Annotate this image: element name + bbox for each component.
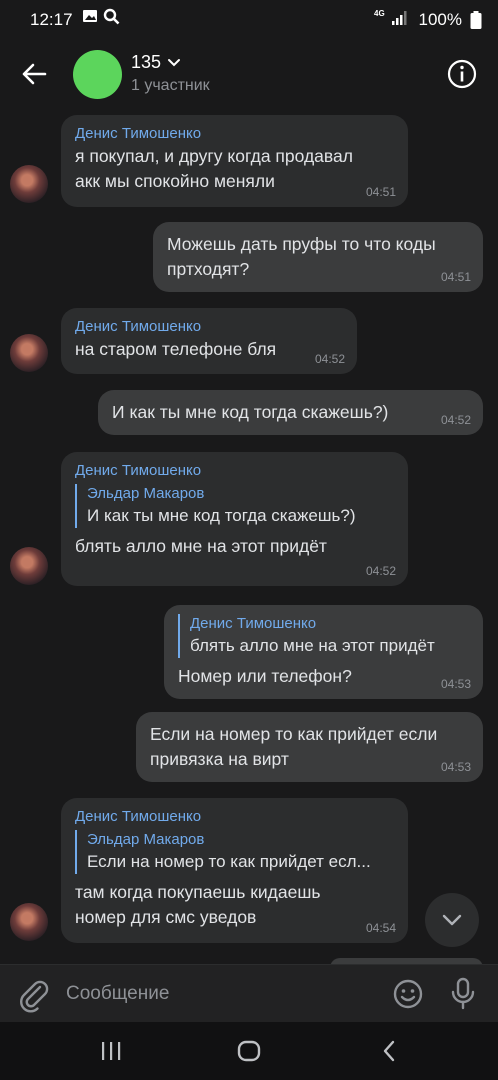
chat-screen: 12:17 4G 100% 135 1 участник Денис Тимош… [0, 0, 498, 1080]
message-sender: Денис Тимошенко [75, 808, 202, 825]
chat-title: 135 [131, 52, 162, 72]
message-text: Номер или телефон? [178, 666, 352, 686]
message-text: Если на номер то как прийдет если [150, 724, 438, 744]
message-input[interactable] [66, 975, 366, 1013]
back-chevron-icon [383, 1040, 395, 1062]
message-time: 04:52 [440, 413, 471, 427]
battery-level: 100% [418, 10, 462, 29]
paperclip-icon [20, 980, 49, 1013]
chat-avatar[interactable] [73, 50, 122, 99]
reply-quote[interactable]: Эльдар Макаров И как ты мне код тогда ск… [75, 484, 394, 528]
sender-avatar[interactable] [10, 903, 48, 941]
message-time: 04:52 [314, 352, 345, 366]
reply-author: Денис Тимошенко [190, 615, 317, 632]
message-text: Можешь дать пруфы то что коды [167, 234, 436, 254]
attach-button[interactable] [16, 977, 52, 1013]
microphone-button[interactable] [449, 977, 477, 1011]
message-bubble[interactable]: И как ты мне код тогда скажешь?) 04:52 [98, 390, 483, 435]
home-button[interactable] [233, 1036, 265, 1066]
info-button[interactable] [442, 54, 482, 94]
network-type: 4G [374, 9, 385, 18]
message-text: И как ты мне код тогда скажешь?) [112, 402, 389, 422]
reply-text: И как ты мне код тогда скажешь?) [87, 506, 356, 525]
back-nav-button[interactable] [373, 1036, 405, 1066]
search-icon [103, 8, 120, 30]
message-bubble[interactable]: Денис Тимошенко Эльдар Макаров И как ты … [61, 452, 408, 586]
smile-icon [393, 979, 423, 1009]
message-text: на старом телефоне бля [75, 339, 277, 359]
message-time: 04:51 [365, 185, 396, 199]
scroll-down-button[interactable] [425, 893, 479, 947]
message-bubble[interactable]: Денис Тимошенко Эльдар Макаров Если на н… [61, 798, 408, 943]
reply-author: Эльдар Макаров [87, 831, 205, 848]
message-bubble[interactable]: Денис Тимошенко блять алло мне на этот п… [164, 605, 483, 699]
chat-header: 135 1 участник [0, 40, 498, 108]
reply-quote[interactable]: Денис Тимошенко блять алло мне на этот п… [178, 614, 469, 658]
chat-title-button[interactable]: 135 [131, 52, 181, 73]
chevron-down-icon [442, 914, 462, 926]
message-bubble[interactable]: Если на номер то как прийдет если привяз… [136, 712, 483, 782]
message-bubble[interactable]: Денис Тимошенко на старом телефоне бля 0… [61, 308, 357, 374]
message-sender: Денис Тимошенко [75, 318, 202, 335]
gallery-icon [82, 8, 98, 29]
message-time: 04:53 [440, 760, 471, 774]
reply-text: блять алло мне на этот придёт [190, 636, 435, 655]
message-bubble[interactable]: Денис Тимошенко я покупал, и другу когда… [61, 115, 408, 207]
message-time: 04:52 [365, 564, 396, 578]
reply-author: Эльдар Макаров [87, 485, 205, 502]
home-icon [237, 1040, 261, 1062]
sender-avatar[interactable] [10, 334, 48, 372]
message-text: там когда покупаешь кидаешь [75, 882, 321, 902]
status-bar: 12:17 4G 100% [0, 0, 498, 40]
back-arrow-icon [22, 63, 47, 85]
message-sender: Денис Тимошенко [75, 462, 202, 479]
message-text: номер для смс уведов [75, 907, 257, 927]
reply-text: Если на номер то как прийдет есл... [87, 852, 371, 871]
reply-quote[interactable]: Эльдар Макаров Если на номер то как прий… [75, 830, 394, 874]
message-bubble[interactable]: Можешь дать пруфы то что коды пртходят? … [153, 222, 483, 292]
back-button[interactable] [14, 54, 54, 94]
emoji-button[interactable] [392, 978, 424, 1010]
message-text: привязка на вирт [150, 749, 289, 769]
sender-avatar[interactable] [10, 165, 48, 203]
message-text: блять алло мне на этот придёт [75, 536, 327, 556]
message-text: акк мы спокойно меняли [75, 171, 275, 191]
microphone-icon [451, 977, 475, 1010]
message-sender: Денис Тимошенко [75, 125, 202, 142]
battery-icon [470, 11, 482, 34]
message-time: 04:53 [440, 677, 471, 691]
signal-icon [391, 10, 407, 31]
chevron-down-icon [168, 58, 181, 66]
recent-apps-icon [102, 1042, 121, 1060]
sender-avatar[interactable] [10, 547, 48, 585]
status-time: 12:17 [30, 10, 73, 29]
message-text: пртходят? [167, 259, 250, 279]
chat-subtitle: 1 участник [131, 77, 210, 94]
message-time: 04:54 [365, 921, 396, 935]
message-text: я покупал, и другу когда продавал [75, 146, 353, 166]
system-nav-bar [0, 1022, 498, 1080]
composer-bar [0, 964, 498, 1022]
recent-apps-button[interactable] [95, 1036, 127, 1066]
message-time: 04:51 [440, 270, 471, 284]
info-icon [447, 59, 477, 89]
